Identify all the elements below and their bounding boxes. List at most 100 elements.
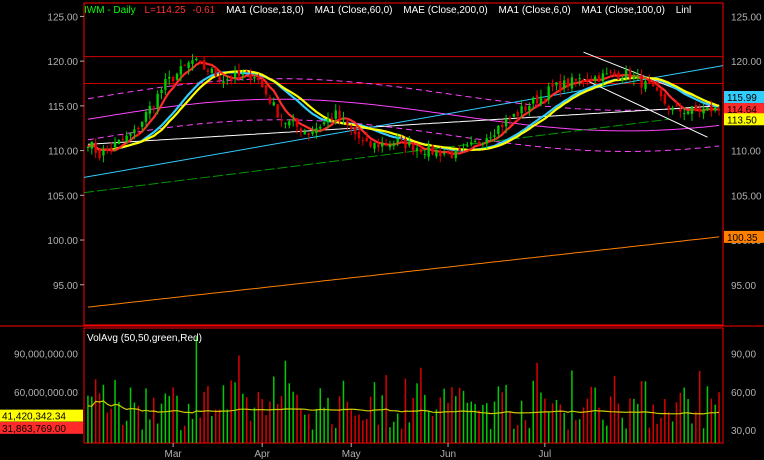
candle-body [164, 78, 167, 90]
candle-body [570, 77, 574, 89]
candle-body [202, 60, 206, 70]
candle-body [667, 105, 670, 110]
candle-body [249, 74, 252, 80]
candle-body [241, 73, 245, 76]
candle-body [524, 106, 527, 111]
candle-body [551, 84, 554, 87]
candle-body [532, 97, 535, 104]
candle-body [597, 75, 601, 82]
candle-body [690, 106, 694, 114]
candle-body [338, 110, 341, 120]
candle-body [609, 71, 612, 73]
candle-body [663, 94, 667, 104]
candle-body [655, 87, 659, 91]
candle-body [369, 141, 372, 147]
y-tick-label-left: 100.00 [47, 236, 78, 247]
candle-body [706, 107, 709, 111]
candle-body [214, 67, 217, 77]
y-tick-label-left: 105.00 [47, 191, 78, 202]
study-mae200: MAE (Close,200,0) [403, 5, 487, 16]
candle-body [361, 140, 365, 142]
candle-body [346, 121, 349, 126]
candle-body [357, 131, 361, 139]
candle-body [698, 107, 701, 112]
candle-body [156, 93, 159, 109]
candle-body [435, 150, 438, 157]
volume-marker-label: 41,420,342.34 [2, 412, 66, 423]
candle-body [516, 112, 519, 116]
candle-body [470, 142, 473, 145]
candle-body [311, 131, 314, 135]
volume-tick-label: 90,00 [731, 350, 756, 361]
candle-body [601, 73, 605, 82]
price-marker-label: 115.99 [727, 93, 757, 104]
x-tick-label: Jul [538, 449, 551, 460]
candle-body [578, 78, 581, 80]
y-tick-label-left: 115.00 [48, 102, 78, 113]
candle-body [276, 104, 279, 118]
y-tick-label-left: 120.00 [47, 57, 78, 68]
price-marker-label: 113.50 [727, 115, 757, 126]
candle-body [497, 125, 500, 135]
candle-body [617, 72, 620, 80]
candle-body [226, 79, 229, 81]
candle-body [160, 89, 163, 93]
candle-body [648, 79, 651, 85]
chart-header: IWM - Daily L=114.25 -0.61 MA1 (Close,18… [84, 5, 691, 16]
candle-body [439, 151, 442, 157]
x-tick-label: Mar [165, 449, 183, 460]
y-tick-label-left: 95.00 [53, 281, 78, 292]
candle-body [148, 105, 152, 114]
candle-body [493, 135, 496, 137]
price-marker-label: 100.35 [727, 233, 758, 244]
candle-body [555, 82, 558, 86]
candle-body [307, 133, 310, 136]
candle-body [466, 145, 469, 147]
candle-body [222, 81, 225, 83]
candle-body [133, 129, 136, 134]
candle-body [605, 73, 608, 75]
candle-body [322, 122, 326, 125]
candle-body [257, 76, 260, 81]
candle-body [319, 126, 322, 129]
candle-body [644, 81, 647, 90]
candle-body [582, 80, 585, 82]
candle-body [489, 137, 492, 139]
study-linreg: Linl [676, 5, 692, 16]
candle-body [195, 58, 198, 61]
candle-body [462, 148, 465, 150]
candle-body [191, 60, 194, 64]
candle-body [117, 139, 121, 145]
chart-root: 95.0095.00100.00100.00105.00105.00110.00… [0, 0, 764, 460]
candle-body [284, 122, 287, 124]
candle-body [710, 104, 713, 112]
candle-body [400, 138, 403, 140]
candle-body [686, 111, 690, 114]
y-tick-label-right: 105.00 [731, 191, 762, 202]
candle-body [566, 78, 570, 87]
price-change: -0.61 [192, 5, 215, 16]
candle-body [272, 102, 275, 106]
candle-body [109, 147, 113, 150]
candle-body [229, 77, 233, 81]
candle-body [353, 127, 357, 135]
candle-body [624, 70, 628, 78]
candle-body [179, 66, 183, 75]
candle-body [512, 113, 516, 117]
candle-body [520, 106, 523, 114]
candle-body [210, 68, 214, 74]
candle-body [547, 86, 550, 100]
candle-body [121, 139, 124, 141]
candle-body [396, 138, 399, 143]
candle-body [562, 80, 566, 89]
candle-body [137, 127, 140, 130]
candle-body [632, 75, 636, 80]
candle-body [113, 142, 117, 148]
study-ma18: MA1 (Close,18,0) [226, 5, 304, 16]
candle-body [504, 118, 508, 127]
candle-body [90, 141, 94, 149]
candle-body [384, 144, 388, 146]
candle-body [326, 118, 330, 123]
candle-body [508, 117, 512, 119]
candle-body [501, 124, 504, 128]
